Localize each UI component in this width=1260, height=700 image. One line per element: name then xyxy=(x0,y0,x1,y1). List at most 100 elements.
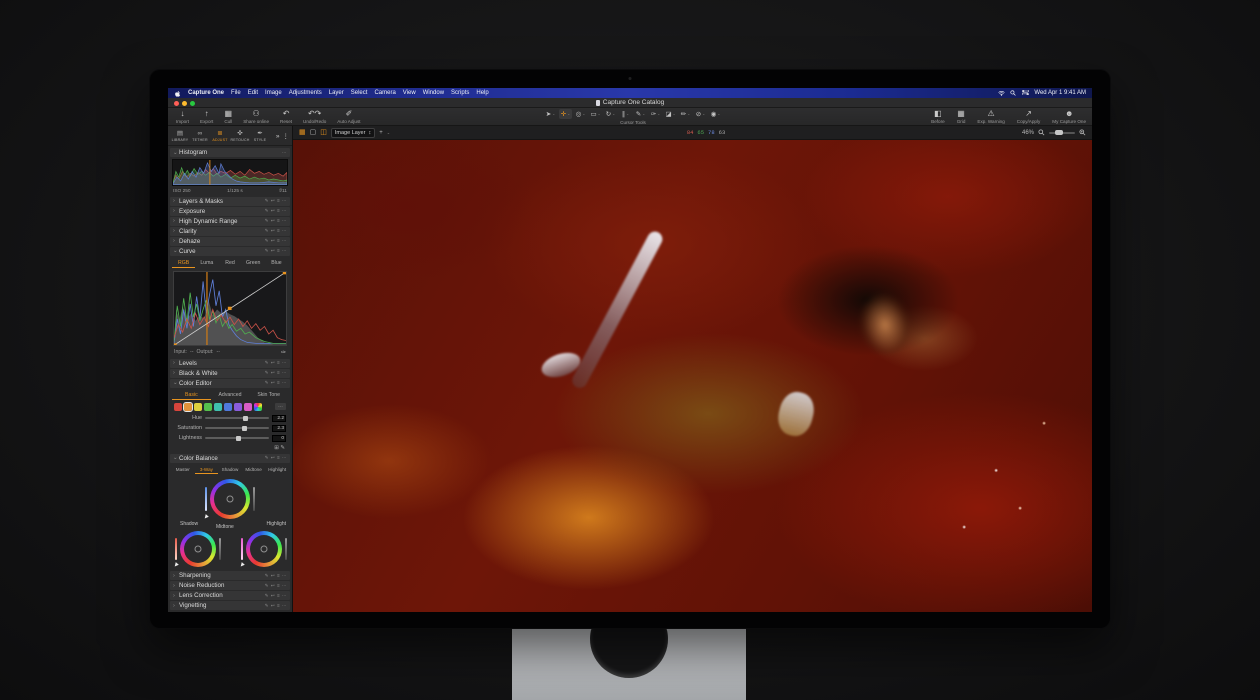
chevron-right-icon[interactable]: › xyxy=(173,238,177,244)
midtone-saturation-arc[interactable] xyxy=(253,487,255,511)
undo-redo-button[interactable]: ↶↷Undo/Redo xyxy=(303,109,326,124)
menu-item-window[interactable]: Window xyxy=(423,90,444,96)
cb-tab-highlight[interactable]: Highlight xyxy=(265,465,289,474)
menu-item-adjustments[interactable]: Adjustments xyxy=(289,90,322,96)
lightness-slider-thumb[interactable] xyxy=(236,436,241,441)
chevron-right-icon[interactable]: › xyxy=(173,360,177,366)
panel-header-black-white[interactable]: ›Black & White✎ ↩ ≡ ⋯ xyxy=(170,369,290,378)
cb-tab-shadow[interactable]: Shadow xyxy=(218,465,242,474)
curve-tab-blue[interactable]: Blue xyxy=(265,258,288,268)
panel-header-color-editor[interactable]: ⌄Color Editor✎ ↩ ≡ ⋯ xyxy=(170,379,290,388)
panel-action-icons[interactable]: ✎ ↩ ≡ ⋯ xyxy=(265,603,287,609)
menu-item-app[interactable]: Capture One xyxy=(188,90,224,96)
color-editor-footer-icons[interactable]: ⊞ ✎ xyxy=(170,444,290,453)
control-center-icon[interactable] xyxy=(1022,90,1029,97)
reset-button[interactable]: ↶Reset xyxy=(280,109,292,124)
menu-item-layer[interactable]: Layer xyxy=(329,90,344,96)
tab-overflow-icon[interactable]: » xyxy=(276,133,280,140)
rotate-tool-button[interactable]: ↻⌄ xyxy=(604,109,617,119)
chevron-right-icon[interactable]: › xyxy=(173,218,177,224)
zoom-in-icon[interactable] xyxy=(1079,129,1086,136)
chevron-right-icon[interactable]: › xyxy=(173,593,177,599)
tab-retouch[interactable]: ✜RETOUCH xyxy=(230,127,250,145)
panel-action-icons[interactable]: ✎ ↩ ≡ ⋯ xyxy=(265,208,287,214)
panel-action-icons[interactable]: ✎ ↩ ≡ ⋯ xyxy=(265,370,287,376)
hue-slider-thumb[interactable] xyxy=(243,416,248,421)
swatch-aqua[interactable] xyxy=(214,403,222,411)
crop-tool-button[interactable]: ▭⌄ xyxy=(589,109,602,119)
compare-view-icon[interactable]: ◫ xyxy=(320,129,327,136)
panel-header-clarity[interactable]: ›Clarity✎ ↩ ≡ ⋯ xyxy=(170,227,290,236)
panel-action-icons[interactable]: ✎ ↩ ≡ ⋯ xyxy=(265,583,287,589)
zoom-out-icon[interactable] xyxy=(1038,129,1045,136)
add-layer-button[interactable]: + xyxy=(379,130,383,136)
shadow-lightness-arc[interactable] xyxy=(175,538,177,560)
multi-view-icon[interactable]: ▦ xyxy=(299,129,306,136)
menu-item-select[interactable]: Select xyxy=(351,90,368,96)
panel-header-hdr[interactable]: ›High Dynamic Range✎ ↩ ≡ ⋯ xyxy=(170,217,290,226)
menu-item-image[interactable]: Image xyxy=(265,90,282,96)
shadow-wheel-handle[interactable] xyxy=(195,545,202,552)
my-capture-one-button[interactable]: ☻My Capture One xyxy=(1052,109,1086,124)
hue-value[interactable]: 2.2 xyxy=(272,415,286,422)
chevron-right-icon[interactable]: › xyxy=(173,573,177,579)
add-layer-caret-icon[interactable]: ⌄ xyxy=(387,130,390,135)
annotate-tool-button[interactable]: ◉⌄ xyxy=(709,109,722,119)
chevron-right-icon[interactable]: › xyxy=(173,583,177,589)
panel-header-layers[interactable]: ›Layers & Masks✎ ↩ ≡ ⋯ xyxy=(170,197,290,206)
swatch-purple[interactable] xyxy=(234,403,242,411)
exposure-warning-button[interactable]: ⚠Exp. Warning xyxy=(977,109,1004,124)
menu-item-edit[interactable]: Edit xyxy=(248,90,258,96)
shadow-saturation-arc[interactable] xyxy=(219,538,221,560)
chevron-right-icon[interactable]: › xyxy=(173,228,177,234)
tab-library[interactable]: ▤LIBRARY xyxy=(170,127,190,145)
zoom-slider[interactable] xyxy=(1049,132,1075,134)
cb-tab-3way[interactable]: 3-Way xyxy=(195,465,219,474)
swatch-yellow[interactable] xyxy=(194,403,202,411)
import-button[interactable]: ↓Import xyxy=(176,109,189,124)
panel-action-icons[interactable]: ✎ ↩ ≡ ⋯ xyxy=(265,198,287,204)
cb-tab-midtone[interactable]: Midtone xyxy=(242,465,266,474)
panel-action-icons[interactable]: ✎ ↩ ≡ ⋯ xyxy=(265,218,287,224)
menu-bar-clock[interactable]: Wed Apr 1 9:41 AM xyxy=(1034,90,1086,96)
panel-action-icons[interactable]: ✎ ↩ ≡ ⋯ xyxy=(265,573,287,579)
chevron-down-icon[interactable]: ⌄ xyxy=(173,380,177,386)
color-editor-tab-advanced[interactable]: Advanced xyxy=(211,390,250,400)
swatch-more-button[interactable]: … xyxy=(275,403,286,410)
menu-item-scripts[interactable]: Scripts xyxy=(451,90,469,96)
chevron-down-icon[interactable]: ⌄ xyxy=(173,455,177,461)
panel-header-curve[interactable]: ⌄Curve✎ ↩ ≡ ⋯ xyxy=(170,247,290,256)
panel-header-histogram[interactable]: ⌄ Histogram ⋯ xyxy=(170,148,290,157)
primary-view-icon[interactable]: ▢ xyxy=(310,129,317,136)
chevron-right-icon[interactable]: › xyxy=(173,198,177,204)
panel-action-icons[interactable]: ✎ ↩ ≡ ⋯ xyxy=(265,593,287,599)
swatch-all-colors[interactable] xyxy=(254,403,262,411)
swatch-green[interactable] xyxy=(204,403,212,411)
tab-style[interactable]: ✒STYLE xyxy=(250,127,270,145)
swatch-red[interactable] xyxy=(174,403,182,411)
lightness-value[interactable]: 0 xyxy=(272,435,286,442)
minimize-window-button[interactable] xyxy=(182,101,187,106)
cb-tab-master[interactable]: Master xyxy=(171,465,195,474)
midtone-color-wheel[interactable] xyxy=(210,479,250,519)
saturation-slider[interactable] xyxy=(205,427,269,429)
zoom-slider-thumb[interactable] xyxy=(1055,130,1063,135)
curve-picker-icon[interactable]: ✑ xyxy=(281,349,286,356)
highlight-saturation-arc[interactable] xyxy=(285,538,287,560)
curve-graph[interactable] xyxy=(173,271,287,346)
select-tool-button[interactable]: ➤⌄ xyxy=(544,109,557,119)
panel-action-icons[interactable]: ✎ ↩ ≡ ⋯ xyxy=(265,248,287,254)
menu-item-camera[interactable]: Camera xyxy=(374,90,395,96)
loupe-tool-button[interactable]: ◎⌄ xyxy=(574,109,587,119)
image-viewer-canvas[interactable] xyxy=(293,140,1092,612)
midtone-wheel-handle[interactable] xyxy=(227,495,234,502)
auto-adjust-button[interactable]: ✐Auto Adjust xyxy=(337,109,360,124)
panel-header-dehaze[interactable]: ›Dehaze✎ ↩ ≡ ⋯ xyxy=(170,237,290,246)
zoom-level[interactable]: 46% xyxy=(1022,130,1034,136)
lightness-slider[interactable] xyxy=(205,437,269,439)
chevron-down-icon[interactable]: ⌄ xyxy=(173,150,177,156)
share-online-button[interactable]: ⚇Share online xyxy=(243,109,269,124)
panel-action-icons[interactable]: ✎ ↩ ≡ ⋯ xyxy=(265,238,287,244)
color-editor-tab-skin-tone[interactable]: Skin Tone xyxy=(249,390,288,400)
spot-tool-button[interactable]: ✎⌄ xyxy=(634,109,647,119)
